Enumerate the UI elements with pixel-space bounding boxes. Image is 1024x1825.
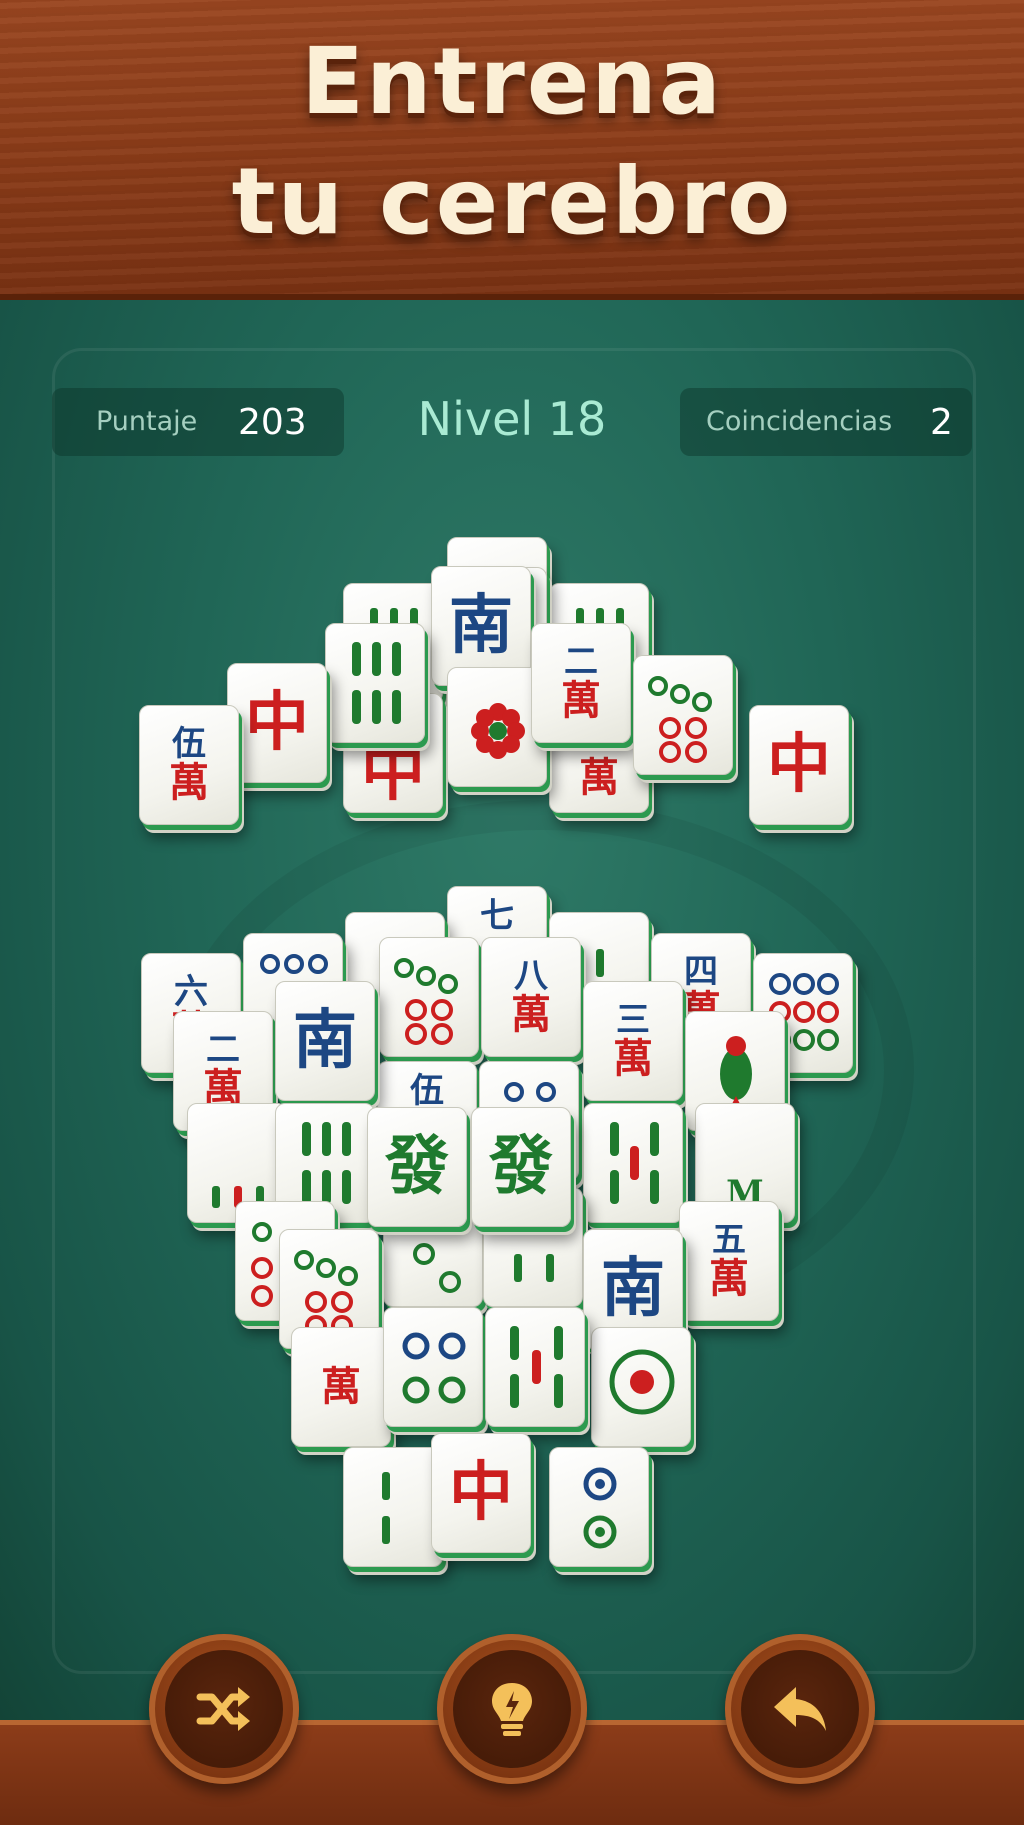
title-banner: Entrena tu cerebro [0, 0, 1024, 300]
tile-eight-wan[interactable]: 八萬 [481, 937, 581, 1057]
tile-green-dragon[interactable]: 發 [367, 1107, 467, 1227]
flower-icon [471, 703, 525, 759]
bamboo-icon [610, 1122, 659, 1204]
hint-button[interactable] [437, 1634, 587, 1784]
tile-char-top: 二 [206, 1030, 240, 1070]
matches-label: Coincidencias [706, 406, 893, 437]
tile-one-dot[interactable] [591, 1327, 691, 1447]
shuffle-button[interactable] [149, 1634, 299, 1784]
tile-char-bottom: 萬 [709, 1255, 749, 1302]
tile-six-bamboo[interactable] [325, 623, 425, 743]
score-panel: Puntaje 203 [52, 388, 344, 456]
tile-wan[interactable]: 萬 [291, 1327, 391, 1447]
tile-char: 萬 [579, 754, 619, 801]
tile-char: 伍 [410, 1071, 444, 1111]
tile-red-dragon[interactable]: 中 [749, 705, 849, 825]
tile-char-top: 三 [616, 1000, 650, 1040]
dots-icon [402, 1332, 466, 1404]
tile-bamboo[interactable] [343, 1447, 443, 1567]
tile-char: 中 [361, 735, 425, 810]
bamboo-icon [212, 1186, 264, 1208]
shuffle-button-face [165, 1650, 283, 1768]
tile-five-bamboo[interactable] [485, 1307, 585, 1427]
level-title: Nivel 18 [417, 392, 607, 446]
dots-icon [394, 958, 458, 1045]
tile-char-top: 六 [174, 972, 208, 1012]
bamboo-icon [510, 1326, 563, 1408]
tile-char-top: 二 [564, 642, 598, 682]
matches-panel: Coincidencias 2 [680, 388, 972, 456]
tile-bamboo[interactable] [583, 1103, 683, 1223]
tile-two-dots[interactable] [549, 1447, 649, 1567]
tile-char-bottom: 萬 [169, 759, 209, 806]
bamboo-icon [382, 1472, 390, 1544]
score-value: 203 [238, 402, 307, 443]
tile-five-wan[interactable]: 伍萬 [139, 705, 239, 825]
tile-char: 萬 [321, 1363, 361, 1410]
tile-seven-dots[interactable] [379, 937, 479, 1057]
matches-value: 2 [930, 402, 953, 443]
score-label: Puntaje [96, 406, 198, 437]
tile-four-dots[interactable] [383, 1307, 483, 1427]
tile-char-top: 八 [514, 956, 548, 996]
dots-icon [583, 1467, 617, 1549]
tile-char: 中 [449, 1455, 513, 1530]
tile-char-bottom: 萬 [511, 991, 551, 1038]
tile-two-wan[interactable]: 二萬 [531, 623, 631, 743]
hint-button-face [453, 1650, 571, 1768]
bamboo-icon [352, 642, 401, 724]
tile-char-top: 四 [684, 952, 718, 992]
tile-green-dragon[interactable]: 發 [471, 1107, 571, 1227]
tile-char: 南 [293, 1003, 357, 1078]
tile-five-wan[interactable]: 五萬 [679, 1201, 779, 1321]
tile-three-wan[interactable]: 三萬 [583, 981, 683, 1101]
tile-char-top: 五 [712, 1220, 746, 1260]
undo-arrow-icon [774, 1687, 826, 1731]
tile-south[interactable]: 南 [275, 981, 375, 1101]
tile-char-bottom: 萬 [613, 1035, 653, 1082]
tile-char: 發 [385, 1129, 449, 1204]
tile-char-top: 伍 [172, 724, 206, 764]
dots-icon [294, 1250, 358, 1337]
dots-icon [609, 1349, 675, 1415]
tile-char: 南 [449, 588, 513, 663]
tile-char: 發 [489, 1129, 553, 1204]
shuffle-icon [196, 1687, 250, 1731]
undo-button-face [741, 1650, 859, 1768]
tile-red-dragon[interactable]: 中 [227, 663, 327, 783]
tile-seven-dots[interactable] [633, 655, 733, 775]
bamboo-icon [302, 1122, 351, 1204]
tile-char-bottom: 萬 [561, 677, 601, 724]
tile-char: 七 [480, 896, 514, 936]
tile-char: 中 [245, 685, 309, 760]
dots-icon [648, 676, 712, 763]
tile-red-dragon[interactable]: 中 [431, 1433, 531, 1553]
title-line-1: Entrena [301, 28, 723, 135]
tile-char: 中 [767, 727, 831, 802]
undo-button[interactable] [725, 1634, 875, 1784]
tile-char: 南 [601, 1251, 665, 1326]
lightbulb-icon [492, 1683, 532, 1736]
title-line-2: tu cerebro [231, 148, 793, 255]
